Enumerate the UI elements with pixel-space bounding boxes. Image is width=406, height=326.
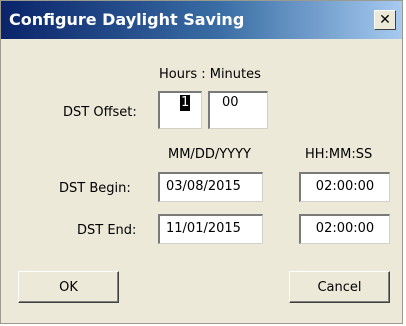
close-button[interactable]: ✕ [374,10,396,30]
dst-end-date-input[interactable]: 11/01/2015 [158,214,263,244]
dialog-title: Configure Daylight Saving [9,10,245,29]
offset-column-header: Hours : Minutes [159,67,261,82]
dst-begin-date-input[interactable]: 03/08/2015 [158,172,263,202]
ok-button[interactable]: OK [18,271,119,303]
dst-end-time-input[interactable]: 02:00:00 [299,214,390,244]
dst-end-date-value: 11/01/2015 [166,221,241,236]
close-icon: ✕ [379,12,391,28]
dst-end-time-value: 02:00:00 [315,221,375,236]
dst-begin-time-value: 02:00:00 [315,179,375,194]
dst-offset-label: DST Offset: [63,105,137,120]
title-bar[interactable]: Configure Daylight Saving ✕ [1,1,402,39]
dst-begin-date-value: 03/08/2015 [166,179,241,194]
dst-offset-minutes-value: 00 [222,95,239,110]
time-column-header: HH:MM:SS [305,147,373,162]
dst-offset-hours-value: 1 [180,95,191,111]
dst-offset-minutes-input[interactable]: 00 [208,91,268,129]
dst-begin-time-input[interactable]: 02:00:00 [299,172,390,202]
dst-end-label: DST End: [77,223,137,238]
ok-button-label: OK [59,279,78,295]
cancel-button-label: Cancel [317,279,362,295]
dialog-window: Configure Daylight Saving ✕ Hours : Minu… [0,0,403,324]
cancel-button[interactable]: Cancel [289,271,390,303]
date-column-header: MM/DD/YYYY [168,147,251,162]
dst-offset-hours-input[interactable]: 1 [158,91,202,129]
dst-begin-label: DST Begin: [59,181,131,196]
